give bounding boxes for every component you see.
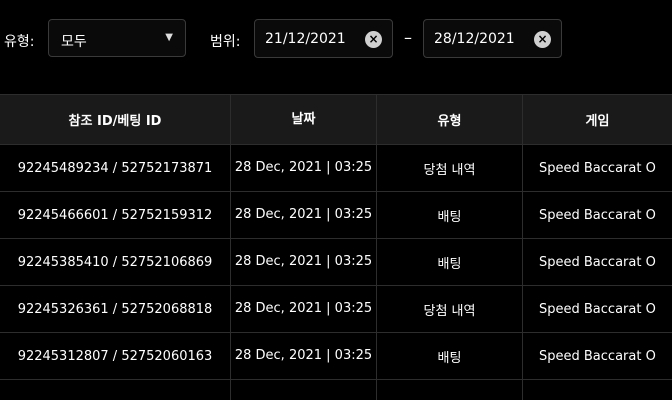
cell-id: 92245326361 / 52752068818 bbox=[0, 286, 231, 332]
cell-id bbox=[0, 380, 231, 400]
cell-id: 92245466601 / 52752159312 bbox=[0, 192, 231, 238]
cell-date: 28 Dec, 2021 | 03:25 bbox=[231, 192, 377, 238]
table-header: 참조 ID/베팅 ID 날짜 유형 게임 bbox=[0, 94, 672, 145]
cell-id: 92245385410 / 52752106869 bbox=[0, 239, 231, 285]
cell-date: 28 Dec, 2021 | 03:25 bbox=[231, 145, 377, 191]
cell-type: 배팅 bbox=[377, 192, 523, 238]
cell-type: 배팅 bbox=[377, 333, 523, 379]
cell-id: 92245489234 / 52752173871 bbox=[0, 145, 231, 191]
range-label: 범위: bbox=[210, 34, 241, 50]
cell-date: 28 Dec, 2021 | 03:25 bbox=[231, 239, 377, 285]
filter-bar: 유형: 모두 ▼ 범위: 21/12/2021 × – 28/12/2021 × bbox=[0, 0, 672, 94]
cell-game: Speed Baccarat O bbox=[539, 207, 656, 223]
header-type[interactable]: 유형 bbox=[377, 95, 523, 144]
type-select[interactable]: 모두 ▼ bbox=[48, 19, 186, 57]
cell-type: 당첨 내역 bbox=[377, 145, 523, 191]
type-select-value: 모두 bbox=[61, 34, 87, 50]
table-row[interactable]: 92245385410 / 52752106869 28 Dec, 2021 |… bbox=[0, 239, 672, 286]
cell-type bbox=[377, 380, 523, 400]
caret-down-icon: ▼ bbox=[165, 32, 173, 43]
cell-date: 28 Dec, 2021 | 03:25 bbox=[231, 286, 377, 332]
date-to-value: 28/12/2021 bbox=[434, 31, 515, 47]
header-game[interactable]: 게임 bbox=[523, 95, 672, 144]
cell-type: 당첨 내역 bbox=[377, 286, 523, 332]
cell-id: 92245312807 / 52752060163 bbox=[0, 333, 231, 379]
type-label: 유형: bbox=[4, 34, 35, 50]
table-row[interactable]: 92245312807 / 52752060163 28 Dec, 2021 |… bbox=[0, 333, 672, 380]
cell-game: Speed Baccarat O bbox=[539, 254, 656, 270]
date-to-field[interactable]: 28/12/2021 × bbox=[423, 19, 562, 58]
date-from-value: 21/12/2021 bbox=[265, 31, 346, 47]
table-row[interactable]: 92245489234 / 52752173871 28 Dec, 2021 |… bbox=[0, 145, 672, 192]
cell-game: Speed Baccarat O bbox=[539, 301, 656, 317]
cell-type: 배팅 bbox=[377, 239, 523, 285]
clear-icon[interactable]: × bbox=[365, 31, 382, 48]
cell-date: 28 Dec, 2021 | 03:25 bbox=[231, 333, 377, 379]
date-from-field[interactable]: 21/12/2021 × bbox=[254, 19, 393, 58]
range-dash: – bbox=[404, 28, 412, 47]
header-date[interactable]: 날짜 bbox=[231, 95, 377, 144]
cell-game: Speed Baccarat O bbox=[539, 160, 656, 176]
cell-date bbox=[231, 380, 377, 400]
cell-game: Speed Baccarat O bbox=[539, 348, 656, 364]
table-row[interactable]: 92245326361 / 52752068818 28 Dec, 2021 |… bbox=[0, 286, 672, 333]
clear-icon[interactable]: × bbox=[534, 31, 551, 48]
table-row[interactable]: 92245466601 / 52752159312 28 Dec, 2021 |… bbox=[0, 192, 672, 239]
header-id[interactable]: 참조 ID/베팅 ID bbox=[0, 95, 231, 144]
table-row-partial bbox=[0, 380, 672, 400]
